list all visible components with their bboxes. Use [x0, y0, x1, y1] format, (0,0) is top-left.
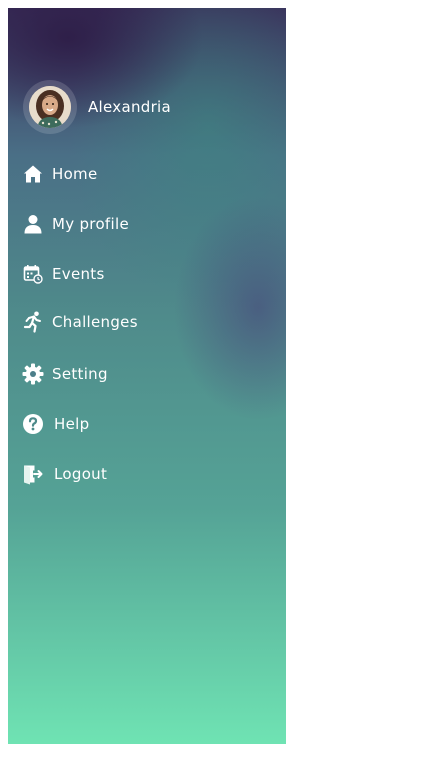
menu-item-label: Events: [52, 265, 105, 283]
menu-item-help[interactable]: Help: [22, 412, 89, 436]
logout-icon: [22, 463, 44, 485]
home-icon: [22, 163, 44, 185]
menu-item-home[interactable]: Home: [22, 162, 98, 186]
menu-item-events[interactable]: Events: [22, 262, 105, 286]
menu-item-label: Challenges: [52, 313, 138, 331]
avatar[interactable]: [23, 80, 77, 134]
menu-item-label: Logout: [54, 465, 108, 483]
calendar-icon: [22, 263, 44, 285]
menu-item-label: Setting: [52, 365, 108, 383]
gear-icon: [22, 363, 44, 385]
menu-item-label: Home: [52, 165, 98, 183]
user-profile-header[interactable]: Alexandria: [23, 80, 171, 134]
help-icon: [22, 413, 44, 435]
running-icon: [22, 311, 44, 333]
menu-item-label: My profile: [52, 215, 129, 233]
menu-item-challenges[interactable]: Challenges: [22, 310, 138, 334]
user-name: Alexandria: [88, 98, 172, 116]
menu-item-setting[interactable]: Setting: [22, 362, 108, 386]
menu-item-my-profile[interactable]: My profile: [22, 212, 129, 236]
user-icon: [22, 213, 44, 235]
menu-item-label: Help: [54, 415, 90, 433]
avatar-photo: [29, 86, 71, 128]
menu-item-logout[interactable]: Logout: [22, 462, 107, 486]
navigation-drawer: Alexandria Home My profile Events Challe…: [8, 8, 286, 744]
